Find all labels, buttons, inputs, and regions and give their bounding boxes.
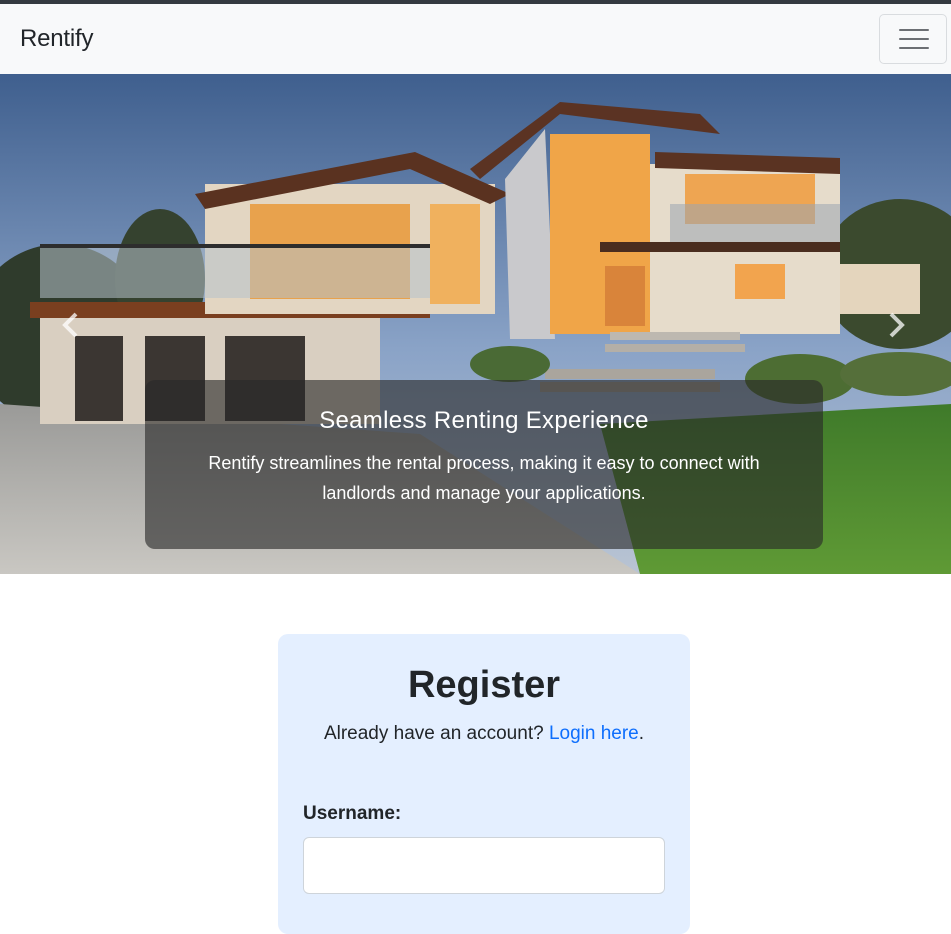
- navbar: Rentify: [0, 4, 951, 74]
- carousel-next-button[interactable]: [881, 310, 911, 340]
- hero-carousel: Seamless Renting Experience Rentify stre…: [0, 74, 951, 574]
- register-card: Register Already have an account? Login …: [278, 634, 690, 934]
- carousel-caption: Seamless Renting Experience Rentify stre…: [145, 380, 823, 549]
- login-prompt-period: .: [638, 723, 645, 744]
- register-title: Register: [407, 664, 561, 706]
- chevron-left-icon: [62, 312, 78, 338]
- navbar-brand[interactable]: Rentify: [20, 24, 93, 54]
- navbar-toggler-button[interactable]: [879, 14, 947, 64]
- chevron-right-icon: [889, 312, 905, 338]
- carousel-caption-text: Rentify streamlines the rental process, …: [208, 453, 760, 503]
- login-link[interactable]: Login here: [549, 723, 639, 744]
- login-prompt-text: Already have an account?: [323, 723, 544, 744]
- username-input[interactable]: [303, 837, 665, 894]
- carousel-prev-button[interactable]: [56, 310, 86, 340]
- carousel-caption-title: Seamless Renting Experience: [319, 407, 649, 434]
- login-prompt: Already have an account? Login here.: [278, 722, 690, 746]
- username-label: Username:: [303, 803, 402, 824]
